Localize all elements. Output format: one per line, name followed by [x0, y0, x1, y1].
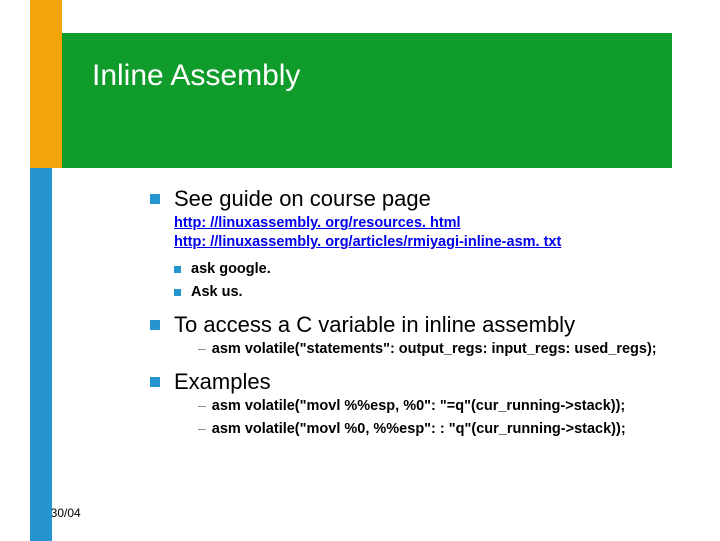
sub-bullet-2: Ask us.	[174, 283, 700, 302]
bullet-text: To access a C variable in inline assembl…	[174, 312, 575, 338]
bullet-text: Examples	[174, 369, 271, 395]
dash-item-2: – asm volatile("movl %%esp, %0": "=q"(cu…	[198, 397, 700, 416]
sub-text: ask google.	[191, 260, 271, 279]
bullet-main-1: See guide on course page	[150, 186, 700, 212]
slide-body: See guide on course page http: //linuxas…	[150, 186, 700, 443]
dash-item-1: – asm volatile("statements": output_regs…	[198, 340, 700, 359]
square-bullet-icon	[174, 289, 181, 296]
dash-icon: –	[198, 340, 206, 356]
square-bullet-icon	[150, 194, 160, 204]
dash-item-3: – asm volatile("movl %0, %%esp": : "q"(c…	[198, 420, 700, 439]
square-bullet-icon	[150, 320, 160, 330]
bullet-main-3: Examples	[150, 369, 700, 395]
code-text: asm volatile("movl %0, %%esp": : "q"(cur…	[212, 420, 626, 439]
slide-title: Inline Assembly	[92, 59, 642, 93]
link-article[interactable]: http: //linuxassembly. org/articles/rmiy…	[174, 233, 700, 252]
bullet-text: See guide on course page	[174, 186, 431, 212]
bullet-main-2: To access a C variable in inline assembl…	[150, 312, 700, 338]
dash-icon: –	[198, 420, 206, 436]
title-bar: Inline Assembly	[62, 33, 672, 168]
sub-bullet-1: ask google.	[174, 260, 700, 279]
square-bullet-icon	[174, 266, 181, 273]
link-resources[interactable]: http: //linuxassembly. org/resources. ht…	[174, 214, 700, 233]
square-bullet-icon	[150, 377, 160, 387]
accent-yellow	[30, 0, 62, 168]
code-text: asm volatile("statements": output_regs: …	[212, 340, 657, 359]
dash-icon: –	[198, 397, 206, 413]
links-block: http: //linuxassembly. org/resources. ht…	[174, 214, 700, 252]
sub-text: Ask us.	[191, 283, 243, 302]
code-text: asm volatile("movl %%esp, %0": "=q"(cur_…	[212, 397, 625, 416]
